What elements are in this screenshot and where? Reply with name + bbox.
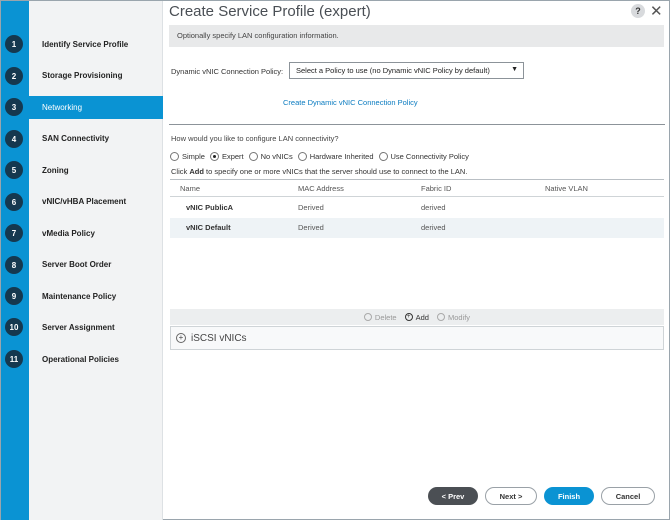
step-server-boot-order[interactable]: Server Boot Order (29, 253, 163, 276)
radio-checked-icon (209, 151, 219, 161)
radio-expert[interactable]: Expert (209, 151, 244, 161)
modify-label: Modify (447, 312, 471, 322)
step-badge: 10 (5, 318, 23, 336)
add-instruction: Click Add to specify one or more vNICs t… (171, 167, 467, 176)
wizard-step-list: Identify Service Profile Storage Provisi… (29, 1, 163, 520)
table-header: Name MAC Address Fabric ID Native VLAN (170, 180, 664, 197)
info-icon (436, 313, 445, 321)
iscsi-vnics-section[interactable]: + iSCSI vNICs (170, 326, 664, 350)
next-button[interactable]: Next > (485, 487, 537, 505)
add-button[interactable]: + Add (404, 312, 429, 322)
cell-mac: Derived (298, 203, 324, 212)
divider (169, 124, 665, 125)
radio-label: Use Connectivity Policy (390, 151, 469, 161)
radio-icon (170, 151, 179, 161)
step-badge: 6 (5, 193, 23, 211)
column-header-name[interactable]: Name (180, 184, 200, 193)
step-zoning[interactable]: Zoning (29, 159, 163, 182)
close-icon[interactable]: ✕ (650, 2, 663, 20)
cell-mac: Derived (298, 223, 324, 232)
modify-button[interactable]: Modify (436, 312, 471, 322)
radio-icon (248, 151, 258, 161)
lan-question: How would you like to configure LAN conn… (171, 134, 339, 143)
plus-circle-icon: + (404, 313, 413, 321)
radio-no-vnics[interactable]: No vNICs (248, 151, 293, 161)
dynamic-policy-select[interactable]: Select a Policy to use (no Dynamic vNIC … (289, 62, 524, 79)
cell-name: vNIC PublicA (186, 203, 234, 212)
radio-label: Simple (182, 151, 205, 161)
radio-label: Hardware Inherited (309, 151, 374, 161)
main-panel: Create Service Profile (expert) ? ✕ Opti… (164, 1, 670, 520)
info-banner: Optionally specify LAN configuration inf… (169, 25, 664, 47)
step-badge: 1 (5, 35, 23, 53)
step-server-assignment[interactable]: Server Assignment (29, 316, 163, 339)
step-maintenance-policy[interactable]: Maintenance Policy (29, 285, 163, 308)
step-badge: 5 (5, 161, 23, 179)
trash-icon (363, 313, 372, 321)
step-badge: 11 (5, 350, 23, 368)
radio-use-connectivity-policy[interactable]: Use Connectivity Policy (378, 151, 469, 161)
cell-fabric: derived (421, 203, 446, 212)
radio-simple[interactable]: Simple (170, 151, 205, 161)
step-badge: 2 (5, 67, 23, 85)
step-vnic-vhba-placement[interactable]: vNIC/vHBA Placement (29, 190, 163, 213)
instruction-suffix: to specify one or more vNICs that the se… (206, 167, 468, 176)
step-badge: 3 (5, 98, 23, 116)
create-dynamic-policy-link[interactable]: Create Dynamic vNIC Connection Policy (283, 98, 418, 107)
prev-button[interactable]: < Prev (428, 487, 478, 505)
column-header-vlan[interactable]: Native VLAN (545, 184, 588, 193)
instruction-prefix: Click (171, 167, 188, 176)
radio-label: No vNICs (260, 151, 293, 161)
step-badge: 8 (5, 256, 23, 274)
step-storage-provisioning[interactable]: Storage Provisioning (29, 64, 163, 87)
help-icon[interactable]: ? (631, 4, 645, 18)
column-header-mac[interactable]: MAC Address (298, 184, 344, 193)
cancel-button[interactable]: Cancel (601, 487, 655, 505)
step-networking[interactable]: Networking (29, 96, 163, 119)
delete-button[interactable]: Delete (363, 312, 397, 322)
dynamic-policy-value: Select a Policy to use (no Dynamic vNIC … (296, 66, 490, 75)
step-badge: 7 (5, 224, 23, 242)
table-row[interactable]: vNIC PublicA Derived derived (170, 198, 664, 218)
finish-button[interactable]: Finish (544, 487, 594, 505)
vnic-table: Name MAC Address Fabric ID Native VLAN v… (170, 179, 664, 309)
dynamic-policy-label: Dynamic vNIC Connection Policy: (171, 67, 284, 76)
instruction-bold: Add (189, 167, 204, 176)
radio-hardware-inherited[interactable]: Hardware Inherited (297, 151, 374, 161)
chevron-down-icon: ▼ (511, 66, 518, 73)
page-title: Create Service Profile (expert) (169, 3, 371, 20)
wizard-window: 1 2 3 4 5 6 7 8 9 10 11 Identify Service… (0, 0, 670, 520)
column-header-fabric[interactable]: Fabric ID (421, 184, 451, 193)
delete-label: Delete (374, 312, 397, 322)
cell-fabric: derived (421, 223, 446, 232)
step-vmedia-policy[interactable]: vMedia Policy (29, 222, 163, 245)
table-actions-bar: Delete + Add Modify (170, 309, 664, 325)
cell-name: vNIC Default (186, 223, 231, 232)
lan-mode-radio-group: Simple Expert No vNICs Hardware Inherite… (170, 151, 474, 161)
radio-icon (297, 151, 307, 161)
step-operational-policies[interactable]: Operational Policies (29, 348, 163, 371)
table-row[interactable]: vNIC Default Derived derived (170, 218, 664, 238)
expand-plus-icon: + (176, 333, 186, 343)
add-label: Add (415, 312, 429, 322)
step-badge: 9 (5, 287, 23, 305)
step-san-connectivity[interactable]: SAN Connectivity (29, 127, 163, 150)
iscsi-label: iSCSI vNICs (191, 332, 247, 344)
step-badge: 4 (5, 130, 23, 148)
radio-label: Expert (221, 151, 244, 161)
step-number-gutter: 1 2 3 4 5 6 7 8 9 10 11 (1, 1, 29, 520)
radio-icon (378, 151, 388, 161)
step-identify-service-profile[interactable]: Identify Service Profile (29, 33, 163, 56)
